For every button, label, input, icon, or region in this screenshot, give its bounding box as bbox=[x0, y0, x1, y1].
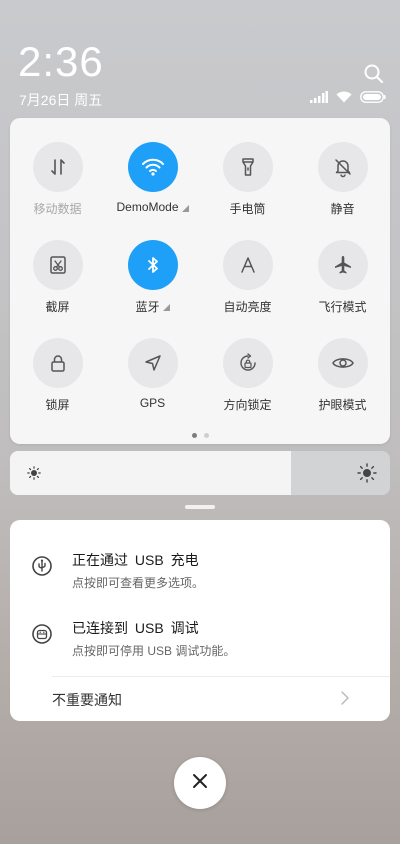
mute-bell-icon bbox=[317, 142, 368, 192]
tile-label-text: 静音 bbox=[330, 202, 355, 216]
tile-label-text: 移动数据 bbox=[33, 202, 82, 216]
airplane-icon bbox=[317, 240, 368, 290]
tile-label: 自动亮度 bbox=[223, 298, 271, 315]
auto-brightness-icon bbox=[222, 240, 273, 290]
tile-label-text: 蓝牙 bbox=[135, 300, 160, 314]
tile-label-text: 锁屏 bbox=[45, 398, 70, 412]
tile-wifi[interactable]: DemoMode bbox=[105, 142, 200, 240]
brightness-level-fill bbox=[10, 451, 291, 495]
tile-lock[interactable]: 锁屏 bbox=[10, 338, 105, 436]
clock-time: 2:36 bbox=[18, 38, 104, 85]
search-icon[interactable] bbox=[362, 62, 386, 86]
screenshot-icon bbox=[32, 240, 83, 290]
lock-icon bbox=[32, 338, 83, 388]
page-dot bbox=[191, 433, 197, 438]
tile-location-arrow[interactable]: GPS bbox=[105, 338, 200, 436]
tile-label: 蓝牙 bbox=[135, 298, 170, 315]
brightness-slider[interactable] bbox=[10, 451, 390, 495]
flashlight-icon bbox=[222, 142, 273, 192]
close-icon bbox=[192, 773, 208, 794]
tile-eye[interactable]: 护眼模式 bbox=[295, 338, 390, 436]
notification-usb-charging[interactable]: 正在通过 USB 充电 点按即可查看更多选项。 bbox=[10, 542, 390, 602]
eye-icon bbox=[317, 338, 368, 388]
tile-mute-bell[interactable]: 静音 bbox=[295, 142, 390, 240]
tile-screenshot[interactable]: 截屏 bbox=[10, 240, 105, 338]
tile-mobile-data[interactable]: 移动数据 bbox=[10, 142, 105, 240]
page-dot bbox=[203, 433, 209, 438]
tile-label: 移动数据 bbox=[33, 200, 81, 217]
tile-label: 手电筒 bbox=[229, 200, 265, 217]
tile-label: 方向锁定 bbox=[223, 396, 271, 413]
tile-label-text: 飞行模式 bbox=[318, 300, 367, 314]
notification-title: 已连接到 USB 调试 bbox=[72, 620, 199, 636]
tile-label: 静音 bbox=[330, 200, 354, 217]
tile-label-text: 截屏 bbox=[45, 300, 70, 314]
notification-subtitle: 点按即可查看更多选项。 bbox=[72, 576, 205, 590]
tile-label: 护眼模式 bbox=[318, 396, 366, 413]
bluetooth-icon bbox=[127, 240, 178, 290]
clear-notifications-button[interactable] bbox=[174, 757, 226, 809]
wifi-status-icon bbox=[336, 90, 352, 108]
quick-settings-panel: 移动数据 DemoMode 手电筒 静音截屏 蓝牙 自动亮度 飞行模式锁屏 GPS 方向锁定 护眼… bbox=[10, 118, 390, 444]
tile-bluetooth[interactable]: 蓝牙 bbox=[105, 240, 200, 338]
tile-label: 锁屏 bbox=[45, 396, 69, 413]
tile-airplane[interactable]: 飞行模式 bbox=[295, 240, 390, 338]
page-indicator bbox=[10, 433, 390, 438]
unimportant-notifications-row[interactable]: 不重要通知 bbox=[52, 677, 390, 721]
notification-card: 正在通过 USB 充电 点按即可查看更多选项。 已连接到 USB 调试 点按即可… bbox=[10, 520, 390, 721]
tile-auto-brightness[interactable]: 自动亮度 bbox=[200, 240, 295, 338]
tile-label-text: GPS bbox=[139, 396, 166, 410]
quick-settings-grid: 移动数据 DemoMode 手电筒 静音截屏 蓝牙 自动亮度 飞行模式锁屏 GPS 方向锁定 护眼… bbox=[10, 142, 390, 436]
notification-usb-debugging[interactable]: 已连接到 USB 调试 点按即可停用 USB 调试功能。 bbox=[10, 610, 390, 670]
tile-flashlight[interactable]: 手电筒 bbox=[200, 142, 295, 240]
notification-subtitle: 点按即可停用 USB 调试功能。 bbox=[72, 644, 236, 658]
tile-label: DemoMode bbox=[116, 200, 189, 214]
date-label: 7月26日 周五 bbox=[19, 92, 103, 108]
chevron-right-icon bbox=[340, 690, 350, 711]
tile-label-text: 护眼模式 bbox=[318, 398, 367, 412]
expand-corner-icon bbox=[181, 204, 189, 212]
wifi-icon bbox=[127, 142, 178, 192]
android-debug-icon bbox=[32, 624, 52, 644]
rotation-lock-icon bbox=[222, 338, 273, 388]
tile-label-text: 方向锁定 bbox=[223, 398, 272, 412]
cell-signal-icon bbox=[310, 90, 328, 108]
mobile-data-icon bbox=[32, 142, 83, 192]
tile-label-text: 自动亮度 bbox=[223, 300, 272, 314]
tile-label-text: 手电筒 bbox=[229, 202, 266, 216]
tile-label: GPS bbox=[140, 396, 165, 410]
tile-rotation-lock[interactable]: 方向锁定 bbox=[200, 338, 295, 436]
system-status-icons bbox=[310, 90, 386, 108]
tile-label: 截屏 bbox=[45, 298, 69, 315]
unimportant-notifications-label: 不重要通知 bbox=[52, 692, 122, 708]
battery-icon bbox=[360, 90, 386, 108]
expand-corner-icon bbox=[162, 304, 170, 311]
brightness-low-icon bbox=[27, 466, 41, 485]
location-arrow-icon bbox=[127, 338, 178, 388]
tile-label-text: DemoMode bbox=[116, 200, 179, 214]
notification-title: 正在通过 USB 充电 bbox=[72, 552, 199, 568]
drag-handle[interactable] bbox=[185, 505, 215, 509]
brightness-high-icon bbox=[357, 463, 377, 488]
tile-label: 飞行模式 bbox=[318, 298, 366, 315]
usb-icon bbox=[32, 556, 52, 576]
